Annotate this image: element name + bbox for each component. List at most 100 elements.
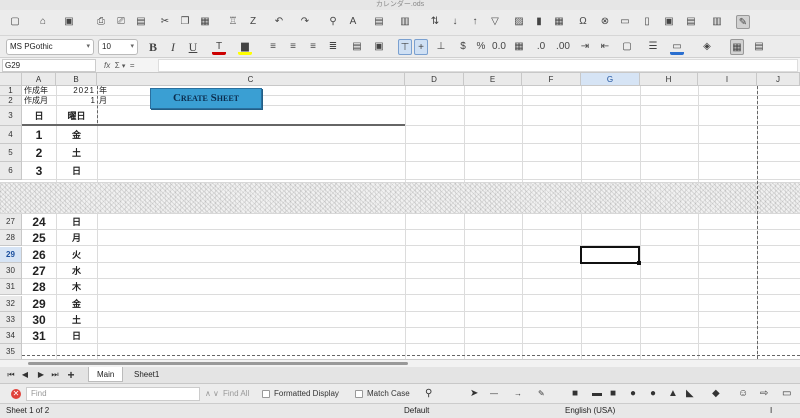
- column-header-g[interactable]: G: [581, 73, 640, 86]
- hyperlink-icon[interactable]: ⊗: [598, 15, 612, 29]
- search-icon[interactable]: ⚲: [425, 387, 432, 401]
- column-header-e[interactable]: E: [464, 73, 522, 86]
- spreadsheet-grid[interactable]: A B C D E F G H I J 1 2 3 4 1 金 5 2 土 6 3 日 27 24 日 28 25 月 29 26 火 30 2…: [0, 73, 800, 359]
- column-header-a[interactable]: A: [22, 73, 56, 86]
- open-folder-icon[interactable]: ⌂: [36, 15, 50, 29]
- flowchart-icon[interactable]: ▭: [782, 387, 791, 401]
- column-icon[interactable]: ▥: [398, 15, 412, 29]
- show-draw-functions-icon[interactable]: ✎: [736, 15, 750, 29]
- weekday-cell[interactable]: 金: [56, 126, 97, 144]
- square-icon[interactable]: ■: [610, 387, 616, 401]
- merge-center-icon[interactable]: ▣: [372, 39, 386, 55]
- headers-footers-icon[interactable]: ▯: [640, 15, 654, 29]
- find-input[interactable]: Find: [26, 387, 200, 401]
- justify-icon[interactable]: ≣: [326, 39, 340, 55]
- weekday-cell[interactable]: 日: [56, 328, 97, 344]
- curve-tool-icon[interactable]: ✎: [538, 387, 545, 401]
- sort-icon[interactable]: ⇅: [428, 15, 442, 29]
- row-header-29[interactable]: 29: [0, 247, 22, 263]
- row-header-31[interactable]: 31: [0, 279, 22, 295]
- formula-input[interactable]: [158, 59, 798, 72]
- row-header-34[interactable]: 34: [0, 328, 22, 344]
- row-header-32[interactable]: 32: [0, 296, 22, 312]
- border-color-icon[interactable]: ▭: [670, 39, 684, 55]
- weekday-cell[interactable]: 火: [56, 247, 97, 263]
- align-center-icon[interactable]: ≡: [286, 39, 300, 55]
- spelling-icon[interactable]: A: [346, 15, 360, 29]
- function-wizard-button[interactable]: fx: [104, 61, 110, 70]
- day-cell[interactable]: 30: [22, 312, 56, 328]
- cell-b2[interactable]: 1: [56, 96, 95, 106]
- cell-a2[interactable]: 作成月: [24, 96, 56, 106]
- column-header-c[interactable]: C: [97, 73, 405, 86]
- font-size-combo[interactable]: 10 ▾: [98, 39, 138, 55]
- font-name-combo[interactable]: MS PGothic ▾: [6, 39, 94, 55]
- weekday-cell[interactable]: 金: [56, 296, 97, 312]
- column-header-i[interactable]: I: [698, 73, 757, 86]
- selected-cell-cursor[interactable]: [580, 246, 641, 265]
- column-header-h[interactable]: H: [640, 73, 698, 86]
- day-cell[interactable]: 28: [22, 279, 56, 295]
- block-arrows-icon[interactable]: ⇨: [760, 387, 768, 401]
- add-sheet-icon[interactable]: +: [66, 369, 76, 381]
- find-all-button[interactable]: Find All: [223, 387, 249, 401]
- delete-decimal-icon[interactable]: .00: [556, 39, 570, 55]
- selection-mode-icon[interactable]: I: [770, 404, 772, 418]
- print-preview-icon[interactable]: ▤: [134, 15, 148, 29]
- ellipse-icon[interactable]: ●: [630, 387, 636, 401]
- chart-icon[interactable]: ▮: [532, 15, 546, 29]
- copy-icon[interactable]: ❐: [178, 15, 192, 29]
- row-header-5[interactable]: 5: [0, 144, 22, 162]
- number-format-icon[interactable]: 0.0: [492, 39, 506, 55]
- conditional-format-icon[interactable]: ▦: [730, 39, 744, 55]
- day-cell[interactable]: 24: [22, 214, 56, 230]
- italic-icon[interactable]: I: [166, 39, 180, 55]
- comment-icon[interactable]: ▭: [618, 15, 632, 29]
- increase-indent-icon[interactable]: ⇥: [578, 39, 592, 55]
- autofilter-icon[interactable]: ▽: [488, 15, 502, 29]
- circle-icon[interactable]: ●: [650, 387, 656, 401]
- row-header-33[interactable]: 33: [0, 312, 22, 328]
- cell-b3[interactable]: 曜日: [56, 106, 97, 126]
- find-next-icon[interactable]: ∨: [213, 387, 219, 401]
- match-case-checkbox[interactable]: [355, 390, 363, 398]
- tab-sheet1[interactable]: Sheet1: [126, 367, 167, 382]
- formula-button[interactable]: =: [130, 61, 135, 70]
- row-header-35[interactable]: 35: [0, 344, 22, 359]
- rounded-rectangle-icon[interactable]: ▬: [592, 387, 602, 401]
- weekday-cell[interactable]: 木: [56, 279, 97, 295]
- font-color-icon[interactable]: T: [212, 39, 226, 55]
- day-cell[interactable]: 2: [22, 144, 56, 162]
- split-window-icon[interactable]: ▥: [710, 15, 724, 29]
- background-color-icon[interactable]: ◈: [700, 39, 714, 55]
- name-box[interactable]: G29: [2, 59, 96, 72]
- row-icon[interactable]: ▤: [372, 15, 386, 29]
- arrow-line-icon[interactable]: →: [514, 387, 522, 401]
- cell-a3[interactable]: 日: [22, 106, 56, 126]
- create-sheet-button[interactable]: Create Sheet: [150, 88, 262, 109]
- day-cell[interactable]: 3: [22, 162, 56, 180]
- close-find-icon[interactable]: ✕: [11, 389, 21, 399]
- align-right-icon[interactable]: ≡: [306, 39, 320, 55]
- scrollbar-thumb[interactable]: [28, 362, 408, 365]
- cell-a1[interactable]: 作成年: [24, 86, 56, 96]
- currency-icon[interactable]: $: [456, 39, 470, 55]
- add-decimal-icon[interactable]: .0: [534, 39, 548, 55]
- align-left-icon[interactable]: ≡: [266, 39, 280, 55]
- row-header-27[interactable]: 27: [0, 214, 22, 230]
- row-header-4[interactable]: 4: [0, 126, 22, 144]
- day-cell[interactable]: 29: [22, 296, 56, 312]
- row-header-1[interactable]: 1: [0, 86, 22, 96]
- date-format-icon[interactable]: ▦: [512, 39, 526, 55]
- row-header-2[interactable]: 2: [0, 96, 22, 106]
- weekday-cell[interactable]: 水: [56, 263, 97, 279]
- undo-icon[interactable]: ↶: [272, 15, 286, 29]
- weekday-cell[interactable]: 日: [56, 214, 97, 230]
- highlight-color-icon[interactable]: ▆: [238, 39, 252, 55]
- pivot-table-icon[interactable]: ▦: [552, 15, 566, 29]
- cell-c1[interactable]: 年: [99, 86, 119, 96]
- horizontal-scrollbar[interactable]: [0, 359, 800, 367]
- formatted-display-checkbox[interactable]: [262, 390, 270, 398]
- special-character-icon[interactable]: Ω: [576, 15, 590, 29]
- weekday-cell[interactable]: 土: [56, 144, 97, 162]
